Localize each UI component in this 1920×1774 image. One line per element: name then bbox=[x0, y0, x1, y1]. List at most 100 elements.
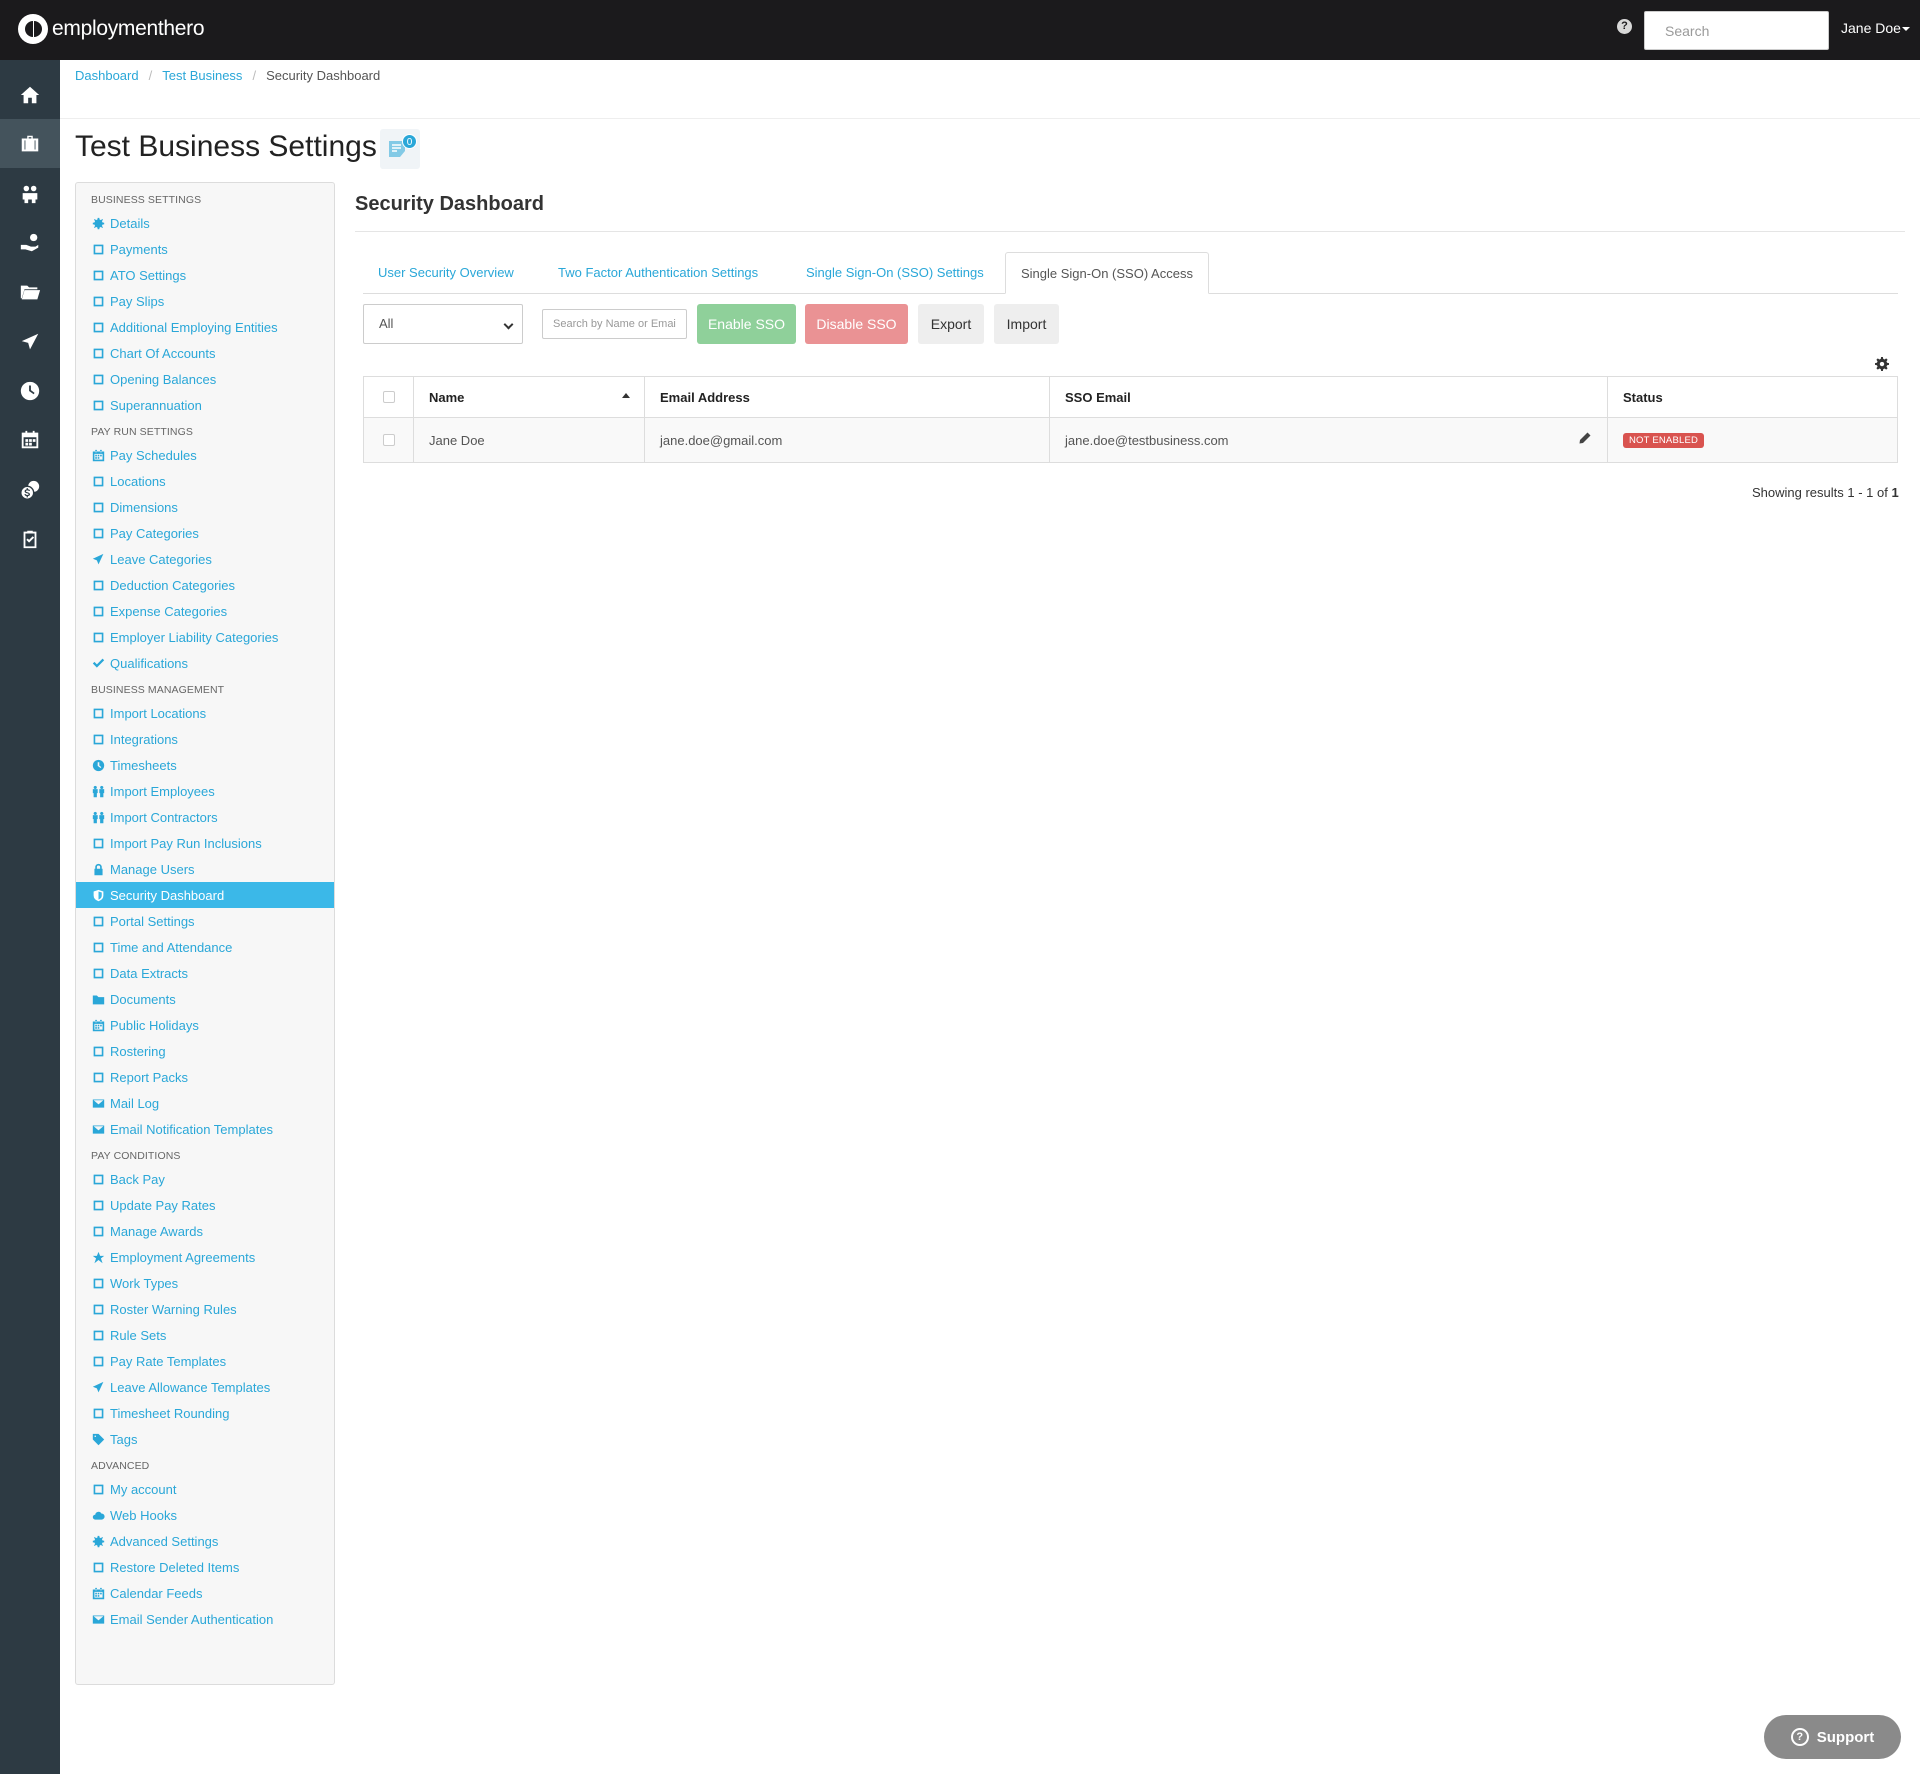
sidebar-item-back-pay[interactable]: Back Pay bbox=[76, 1166, 334, 1192]
sidebar-item-leave-allowance-templates[interactable]: Leave Allowance Templates bbox=[76, 1374, 334, 1400]
sidebar-item-expense-categories[interactable]: Expense Categories bbox=[76, 598, 334, 624]
tab-sso-settings[interactable]: Single Sign-On (SSO) Settings bbox=[791, 252, 999, 294]
calendar-grid-icon bbox=[91, 1044, 105, 1058]
column-header-name[interactable]: Name bbox=[414, 377, 645, 417]
global-search-input[interactable] bbox=[1644, 11, 1829, 50]
sidebar-item-report-packs[interactable]: Report Packs bbox=[76, 1064, 334, 1090]
sidebar-item-pay-slips[interactable]: Pay Slips bbox=[76, 288, 334, 314]
sidebar-item-payments[interactable]: Payments bbox=[76, 236, 334, 262]
sidebar-item-calendar-feeds[interactable]: Calendar Feeds bbox=[76, 1580, 334, 1606]
export-button[interactable]: Export bbox=[918, 304, 984, 344]
sidebar-item-pay-categories[interactable]: Pay Categories bbox=[76, 520, 334, 546]
breadcrumb-dashboard[interactable]: Dashboard bbox=[75, 68, 139, 83]
sidebar-item-tags[interactable]: Tags bbox=[76, 1426, 334, 1452]
sidebar-item-rule-sets[interactable]: Rule Sets bbox=[76, 1322, 334, 1348]
tab-two-factor-authentication-settings[interactable]: Two Factor Authentication Settings bbox=[543, 252, 773, 294]
sidebar-item-mail-log[interactable]: Mail Log bbox=[76, 1090, 334, 1116]
rail-home[interactable] bbox=[0, 70, 60, 119]
sidebar-item-work-types[interactable]: Work Types bbox=[76, 1270, 334, 1296]
tab-bar: User Security Overview Two Factor Authen… bbox=[363, 252, 1898, 294]
sidebar-item-timesheet-rounding[interactable]: Timesheet Rounding bbox=[76, 1400, 334, 1426]
sidebar-item-opening-balances[interactable]: Opening Balances bbox=[76, 366, 334, 392]
app-logo[interactable]: employmenthero bbox=[18, 14, 205, 44]
breadcrumb-test-business[interactable]: Test Business bbox=[162, 68, 242, 83]
user-name: Jane Doe bbox=[1841, 20, 1901, 36]
sidebar-item-public-holidays[interactable]: Public Holidays bbox=[76, 1012, 334, 1038]
support-button[interactable]: ? Support bbox=[1764, 1715, 1901, 1759]
sidebar-item-details[interactable]: Details bbox=[76, 210, 334, 236]
sidebar-item-chart-of-accounts[interactable]: Chart Of Accounts bbox=[76, 340, 334, 366]
sidebar-item-update-pay-rates[interactable]: Update Pay Rates bbox=[76, 1192, 334, 1218]
rail-expenses[interactable] bbox=[0, 465, 60, 514]
sidebar-item-import-pay-run-inclusions[interactable]: Import Pay Run Inclusions bbox=[76, 830, 334, 856]
sidebar-item-label: Update Pay Rates bbox=[110, 1197, 216, 1213]
sidebar-item-advanced-settings[interactable]: Advanced Settings bbox=[76, 1528, 334, 1554]
sidebar-item-web-hooks[interactable]: Web Hooks bbox=[76, 1502, 334, 1528]
sidebar-item-email-notification-templates[interactable]: Email Notification Templates bbox=[76, 1116, 334, 1142]
select-all-checkbox[interactable] bbox=[383, 391, 395, 403]
sidebar-item-import-contractors[interactable]: Import Contractors bbox=[76, 804, 334, 830]
sidebar-item-pay-schedules[interactable]: Pay Schedules bbox=[76, 442, 334, 468]
tab-user-security-overview[interactable]: User Security Overview bbox=[363, 252, 529, 294]
sidebar-item-timesheets[interactable]: Timesheets bbox=[76, 752, 334, 778]
sidebar-item-qualifications[interactable]: Qualifications bbox=[76, 650, 334, 676]
rail-payroll[interactable] bbox=[0, 218, 60, 267]
sidebar-item-manage-awards[interactable]: Manage Awards bbox=[76, 1218, 334, 1244]
sidebar-item-my-account[interactable]: My account bbox=[76, 1476, 334, 1502]
sidebar-item-label: Deduction Categories bbox=[110, 577, 236, 593]
import-button[interactable]: Import bbox=[994, 304, 1059, 344]
sidebar-item-manage-users[interactable]: Manage Users bbox=[76, 856, 334, 882]
disable-sso-button[interactable]: Disable SSO bbox=[805, 304, 908, 344]
user-menu[interactable]: Jane Doe bbox=[1841, 20, 1910, 36]
factory-icon bbox=[91, 630, 105, 644]
rail-business[interactable] bbox=[0, 119, 60, 168]
edit-sso-email-pencil-icon[interactable] bbox=[1579, 432, 1591, 444]
tab-sso-access[interactable]: Single Sign-On (SSO) Access bbox=[1005, 252, 1209, 294]
sidebar-item-employer-liability-categories[interactable]: Employer Liability Categories bbox=[76, 624, 334, 650]
help-icon[interactable]: ? bbox=[1617, 19, 1632, 34]
sidebar-item-portal-settings[interactable]: Portal Settings bbox=[76, 908, 334, 934]
sidebar-item-integrations[interactable]: Integrations bbox=[76, 726, 334, 752]
row-checkbox[interactable] bbox=[383, 434, 395, 446]
sidebar-item-leave-categories[interactable]: Leave Categories bbox=[76, 546, 334, 572]
sidebar-item-employment-agreements[interactable]: Employment Agreements bbox=[76, 1244, 334, 1270]
sidebar-item-label: Chart Of Accounts bbox=[110, 345, 216, 361]
sidebar-item-documents[interactable]: Documents bbox=[76, 986, 334, 1012]
column-header-status[interactable]: Status bbox=[1608, 377, 1897, 417]
sidebar-item-restore-deleted-items[interactable]: Restore Deleted Items bbox=[76, 1554, 334, 1580]
sidebar-item-import-locations[interactable]: Import Locations bbox=[76, 700, 334, 726]
sidebar-item-superannuation[interactable]: Superannuation bbox=[76, 392, 334, 418]
sidebar-item-label: Tags bbox=[110, 1431, 138, 1447]
sidebar-item-dimensions[interactable]: Dimensions bbox=[76, 494, 334, 520]
breadcrumb: Dashboard / Test Business / Security Das… bbox=[75, 68, 380, 83]
sidebar-item-import-employees[interactable]: Import Employees bbox=[76, 778, 334, 804]
status-filter-select[interactable]: All bbox=[363, 304, 523, 344]
enable-sso-button[interactable]: Enable SSO bbox=[697, 304, 796, 344]
column-header-sso-email[interactable]: SSO Email bbox=[1050, 377, 1608, 417]
rail-timesheets[interactable] bbox=[0, 366, 60, 415]
sidebar-item-additional-employing-entities[interactable]: Additional Employing Entities bbox=[76, 314, 334, 340]
rail-rostering[interactable] bbox=[0, 415, 60, 464]
sidebar-item-data-extracts[interactable]: Data Extracts bbox=[76, 960, 334, 986]
name-email-search-input[interactable] bbox=[542, 309, 687, 339]
rail-employees[interactable] bbox=[0, 169, 60, 218]
sidebar-item-security-dashboard[interactable]: Security Dashboard bbox=[76, 882, 334, 908]
rail-documents[interactable] bbox=[0, 267, 60, 316]
notifications-button[interactable]: 0 bbox=[380, 129, 420, 169]
sidebar-item-ato-settings[interactable]: ATO Settings bbox=[76, 262, 334, 288]
sidebar-item-label: Payments bbox=[110, 241, 168, 257]
sidebar-item-email-sender-authentication[interactable]: Email Sender Authentication bbox=[76, 1606, 334, 1632]
sidebar-item-locations[interactable]: Locations bbox=[76, 468, 334, 494]
rail-leave[interactable] bbox=[0, 317, 60, 366]
grid-settings-gear-icon[interactable] bbox=[1875, 357, 1889, 371]
gavel-icon bbox=[91, 1328, 105, 1342]
column-header-email[interactable]: Email Address bbox=[645, 377, 1050, 417]
sidebar-item-rostering[interactable]: Rostering bbox=[76, 1038, 334, 1064]
sidebar-item-time-and-attendance[interactable]: Time and Attendance bbox=[76, 934, 334, 960]
sidebar-item-deduction-categories[interactable]: Deduction Categories bbox=[76, 572, 334, 598]
rail-tasks[interactable] bbox=[0, 514, 60, 563]
sidebar-item-roster-warning-rules[interactable]: Roster Warning Rules bbox=[76, 1296, 334, 1322]
chevron-down-icon bbox=[503, 319, 514, 330]
sidebar-item-pay-rate-templates[interactable]: Pay Rate Templates bbox=[76, 1348, 334, 1374]
top-bar: employmenthero ? Jane Doe bbox=[0, 0, 1920, 60]
